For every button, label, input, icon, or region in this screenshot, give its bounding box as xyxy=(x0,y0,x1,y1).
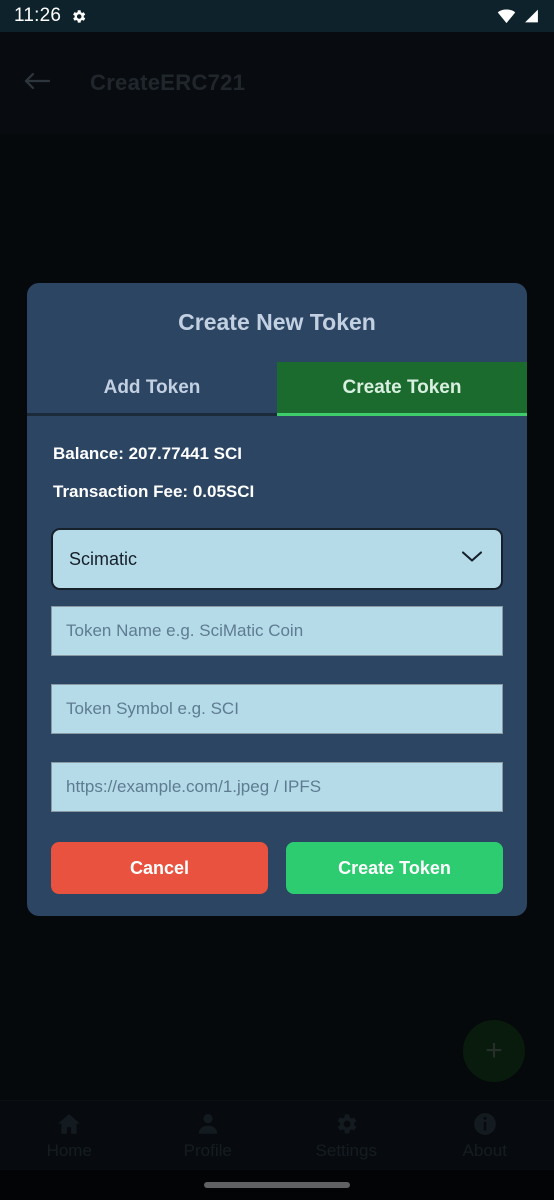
network-select[interactable]: Scimatic xyxy=(51,528,503,590)
phone-screen: 11:26 Create New Token Add Token Create … xyxy=(0,0,554,1200)
cancel-button[interactable]: Cancel xyxy=(51,842,268,894)
balance-text: Balance: 207.77441 SCI xyxy=(53,444,243,463)
token-name-input[interactable]: Token Name e.g. SciMatic Coin xyxy=(51,606,503,656)
transaction-fee-text: Transaction Fee: 0.05SCI xyxy=(53,482,255,501)
token-name-placeholder: Token Name e.g. SciMatic Coin xyxy=(66,621,304,640)
network-select-value: Scimatic xyxy=(69,548,138,569)
dialog-title: Create New Token xyxy=(178,309,376,335)
tab-create-token-label: Create Token xyxy=(342,377,462,398)
token-form: Scimatic Token Name e.g. SciMatic Coin T… xyxy=(27,520,527,812)
token-symbol-placeholder: Token Symbol e.g. SCI xyxy=(66,699,239,718)
token-symbol-input[interactable]: Token Symbol e.g. SCI xyxy=(51,684,503,734)
create-token-dialog: Create New Token Add Token Create Token … xyxy=(27,283,527,916)
gear-icon xyxy=(70,8,87,25)
account-info: Balance: 207.77441 SCI Transaction Fee: … xyxy=(27,416,527,502)
status-bar-left: 11:26 xyxy=(14,5,87,27)
status-bar-right xyxy=(497,8,540,24)
wifi-icon xyxy=(497,8,516,24)
chevron-down-icon xyxy=(459,549,485,570)
status-clock: 11:26 xyxy=(14,5,62,26)
tab-add-token-label: Add Token xyxy=(103,377,201,398)
cellular-signal-icon xyxy=(523,8,540,24)
dialog-tab-bar: Add Token Create Token xyxy=(27,362,527,416)
tab-create-token[interactable]: Create Token xyxy=(277,362,527,416)
create-token-button[interactable]: Create Token xyxy=(286,842,503,894)
dialog-actions: Cancel Create Token xyxy=(27,840,527,894)
tab-add-token[interactable]: Add Token xyxy=(27,362,277,416)
token-image-url-placeholder: https://example.com/1.jpeg / IPFS xyxy=(66,777,322,796)
status-bar: 11:26 xyxy=(0,0,554,32)
token-image-url-input[interactable]: https://example.com/1.jpeg / IPFS xyxy=(51,762,503,812)
